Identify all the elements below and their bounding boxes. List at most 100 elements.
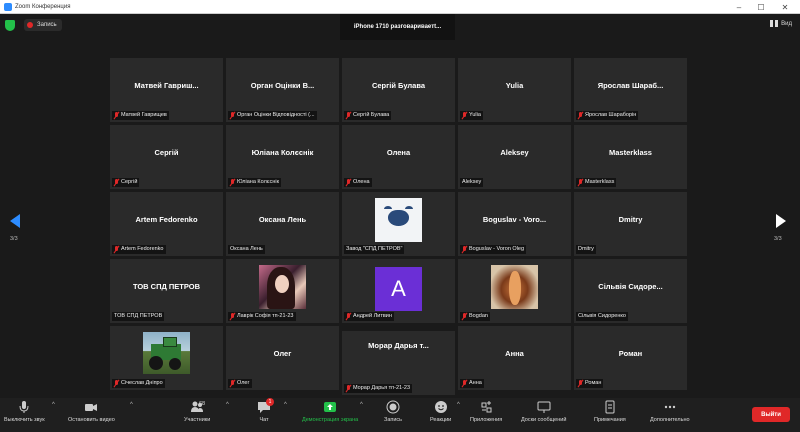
mic-muted-icon (230, 179, 235, 186)
window-title-bar: Zoom Конференция – ☐ ✕ (0, 0, 800, 14)
stop-video-button[interactable]: Остановить видео (68, 400, 115, 423)
participant-label: Ярослав Шараборін (576, 111, 639, 120)
mic-muted-icon (114, 246, 119, 253)
minimize-icon[interactable]: – (730, 0, 748, 14)
chat-options-caret-icon[interactable]: ^ (284, 402, 287, 408)
microphone-icon (19, 401, 29, 413)
participant-tile[interactable]: Морар Дарья т... Морар Дарья тп-21-23 (342, 331, 455, 395)
participant-tile[interactable]: Лаврік Софія тп-21-23 (226, 259, 339, 323)
participant-tile[interactable]: Оксана Лень Оксана Лень (226, 192, 339, 256)
notes-button[interactable]: Примечания (594, 400, 626, 423)
participant-label: Завод "СПД ПЕТРОВ" (344, 245, 405, 254)
participant-tile[interactable]: A Андрей Литвин (342, 259, 455, 323)
participant-label-text: Орган Оцінки Відповідності (... (237, 112, 315, 118)
chat-button[interactable]: 1 Чат (257, 398, 274, 423)
active-speaker-banner: iPhone 1710 разговариваетt... (340, 14, 455, 40)
reactions-button[interactable]: Реакции (430, 400, 451, 423)
participants-options-caret-icon[interactable]: ^ (226, 402, 229, 408)
audio-options-caret-icon[interactable]: ^ (52, 402, 55, 408)
security-shield-icon[interactable] (5, 20, 15, 31)
participant-tile[interactable]: Матвей Гавриш... Матвей Гаврищев (110, 58, 223, 122)
view-button[interactable]: Вид (770, 20, 792, 27)
share-options-caret-icon[interactable]: ^ (360, 402, 363, 408)
participant-name: Анна (505, 349, 524, 358)
participant-label-text: Yulia (469, 112, 481, 118)
participant-tile[interactable]: Орган Оцінки В... Орган Оцінки Відповідн… (226, 58, 339, 122)
video-options-caret-icon[interactable]: ^ (130, 402, 133, 408)
participant-label-text: Січеслав Дніпро (121, 380, 163, 386)
recording-indicator[interactable]: Запись (24, 19, 62, 31)
participant-tile[interactable]: Юліана Колєснік Юліана Колєснік (226, 125, 339, 189)
page-indicator-left: 3/3 (10, 236, 18, 242)
participant-tile[interactable]: Олег Олег (226, 326, 339, 390)
reactions-options-caret-icon[interactable]: ^ (457, 402, 460, 408)
mic-muted-icon (462, 313, 467, 320)
participant-tile[interactable]: ТОВ СПД ПЕТРОВ ТОВ СПД ПЕТРОВ (110, 259, 223, 323)
participant-tile[interactable]: Сергій Булава Сергій Булава (342, 58, 455, 122)
whiteboards-button[interactable]: Доски сообщений (521, 400, 566, 423)
participant-tile[interactable]: Boguslav - Voro... Boguslav - Voron Oleg (458, 192, 571, 256)
whiteboard-icon (537, 401, 551, 413)
maximize-icon[interactable]: ☐ (752, 0, 770, 14)
participant-tile[interactable]: Сільвія Сидоре... Сільвія Сидоренко (574, 259, 687, 323)
mic-muted-icon (346, 112, 351, 119)
apps-button[interactable]: Приложения (470, 400, 502, 423)
record-button[interactable]: Запись (384, 400, 402, 423)
participant-tile[interactable]: Aleksey Aleksey (458, 125, 571, 189)
window-title: Zoom Конференция (15, 3, 71, 10)
participant-tile[interactable]: Олена Олена (342, 125, 455, 189)
participant-name: Роман (618, 349, 643, 358)
participant-tile[interactable]: Yulia Yulia (458, 58, 571, 122)
more-button[interactable]: Дополнительно (650, 400, 690, 423)
participant-tile[interactable]: Сергій Сергій (110, 125, 223, 189)
participants-button[interactable]: 68 Участники (184, 400, 210, 423)
page-indicator-right: 3/3 (774, 236, 782, 242)
leave-meeting-button[interactable]: Выйти (752, 407, 790, 422)
participant-name: Сільвія Сидоре... (598, 282, 663, 291)
participant-label-text: Олена (353, 179, 370, 185)
mic-muted-icon (346, 313, 351, 320)
previous-page-arrow-icon[interactable] (10, 214, 20, 228)
participant-label-text: Сергій Булава (353, 112, 390, 118)
participant-name: Artem Fedorenko (135, 215, 198, 224)
participant-label: Bogdan (460, 312, 490, 321)
participant-tile[interactable]: Роман Роман (574, 326, 687, 390)
close-icon[interactable]: ✕ (776, 0, 794, 14)
participant-tile[interactable]: Завод "СПД ПЕТРОВ" (342, 192, 455, 256)
more-label: Дополнительно (650, 417, 690, 423)
mute-label: Выключить звук (4, 417, 45, 423)
participant-label: Анна (460, 379, 484, 388)
participant-label: Yulia (460, 111, 483, 120)
next-page-arrow-icon[interactable] (776, 214, 786, 228)
participant-label: Сільвія Сидоренко (576, 312, 628, 321)
participant-tile[interactable]: Анна Анна (458, 326, 571, 390)
notes-label: Примечания (594, 417, 626, 423)
participant-name: Матвей Гавриш... (134, 81, 199, 90)
participant-label-text: Лаврік Софія тп-21-23 (237, 313, 294, 319)
participant-label-text: Сергій (121, 179, 138, 185)
record-icon (386, 400, 400, 414)
participant-label-text: ТОВ СПД ПЕТРОВ (114, 313, 163, 319)
share-screen-icon (324, 402, 337, 412)
mic-muted-icon (114, 112, 119, 119)
video-camera-icon (85, 404, 98, 411)
participant-label: Оксана Лень (228, 245, 265, 254)
participant-tile[interactable]: Dmitry Dmitry (574, 192, 687, 256)
mute-button[interactable]: Выключить звук (4, 400, 45, 423)
participant-tile[interactable]: Bogdan (458, 259, 571, 323)
participant-name: Ярослав Шараб... (597, 81, 664, 90)
share-screen-button[interactable]: Демонстрация экрана (302, 400, 358, 423)
participant-label: Орган Оцінки Відповідності (... (228, 111, 317, 120)
participant-label: Aleksey (460, 178, 484, 187)
mic-muted-icon (230, 112, 235, 119)
participant-tile[interactable]: Ярослав Шараб... Ярослав Шараборін (574, 58, 687, 122)
mic-muted-icon (230, 313, 235, 320)
mic-muted-icon (578, 179, 583, 186)
participant-tile[interactable]: Січеслав Дніпро (110, 326, 223, 390)
participant-label-text: Матвей Гаврищев (121, 112, 167, 118)
participant-label: Олена (344, 178, 372, 187)
participants-label: Участники (184, 417, 211, 423)
participant-label-text: Dmitry (578, 246, 594, 252)
participant-tile[interactable]: Artem Fedorenko Artem Fedorenko (110, 192, 223, 256)
participant-tile[interactable]: Masterklass Masterklass (574, 125, 687, 189)
